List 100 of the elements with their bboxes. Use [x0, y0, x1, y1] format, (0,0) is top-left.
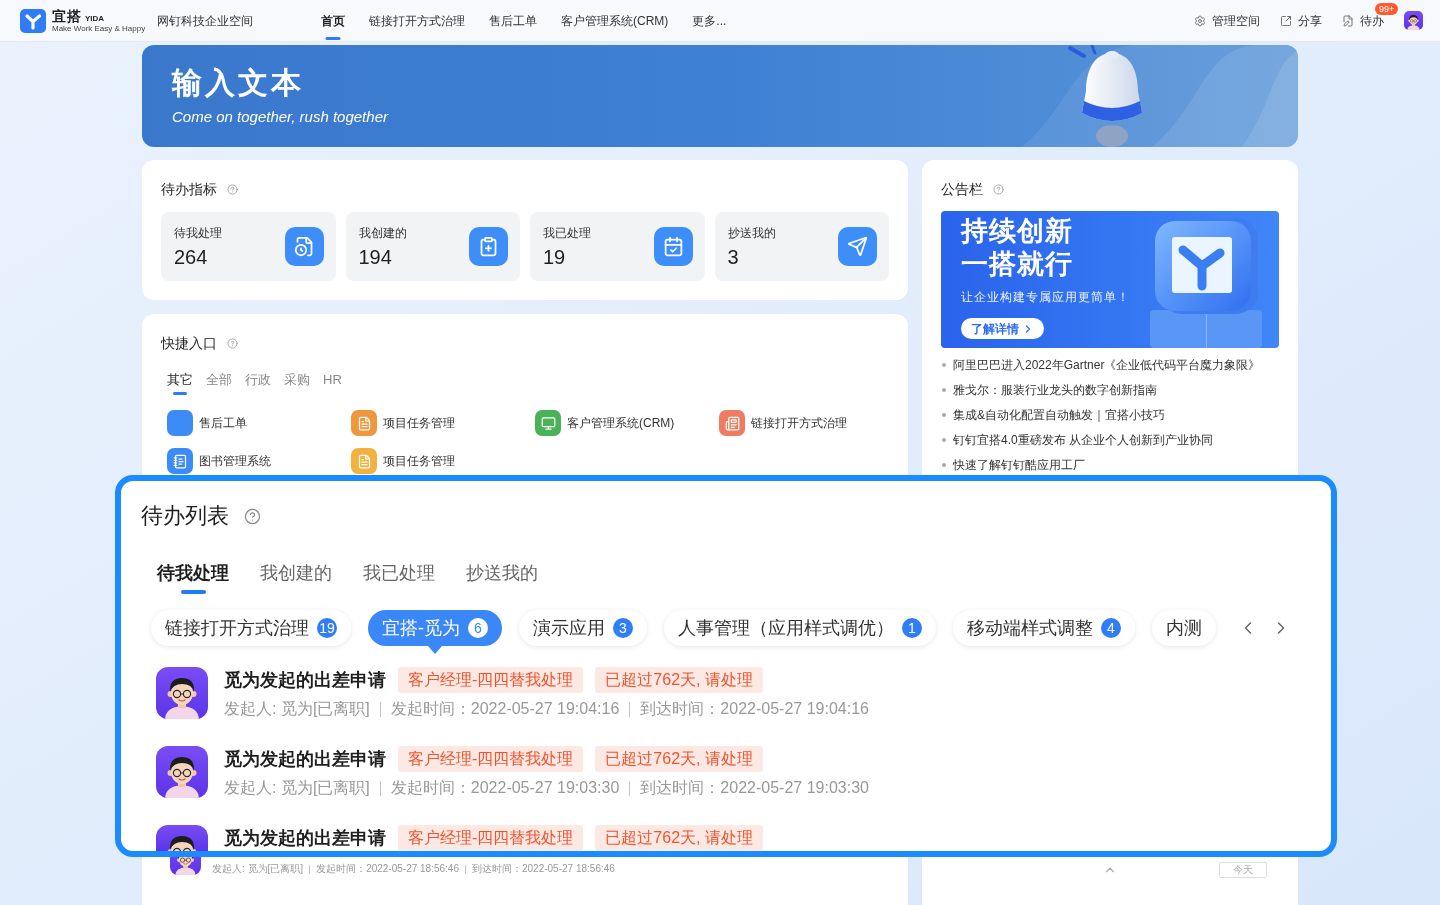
meta-text: 到达时间：2022-05-27 19:03:30: [640, 778, 869, 798]
category-tab[interactable]: 其它: [167, 371, 193, 395]
logo-icon[interactable]: [20, 8, 46, 33]
panel-title: 待办列表: [141, 502, 229, 530]
count-badge: 1: [902, 618, 922, 638]
category-chip[interactable]: 演示应用 3: [519, 610, 647, 646]
count-badge: 19: [317, 618, 337, 638]
list-tab[interactable]: 我创建的: [260, 560, 332, 594]
share-button[interactable]: 分享: [1280, 11, 1322, 30]
request-title[interactable]: 觅为发起的出差申请: [224, 668, 386, 692]
metric-label: 我已处理: [543, 224, 591, 241]
request-title[interactable]: 觅为发起的出差申请: [224, 747, 386, 771]
category-chip[interactable]: 宜搭-觅为 6: [368, 610, 502, 646]
status-tag: 客户经理-四四替我处理: [398, 825, 584, 851]
promo-text: 让企业构建专属应用更简单！: [961, 289, 1130, 305]
app-shortcut[interactable]: 售后工单: [167, 410, 247, 436]
metric-tile[interactable]: 抄送我的 3: [714, 212, 889, 281]
list-tab[interactable]: 抄送我的: [466, 560, 538, 594]
calendar-check-icon: [653, 227, 693, 266]
promo-banner[interactable]: 持续创新 一搭就行 让企业构建专属应用更简单！ 了解详情: [941, 211, 1279, 348]
meta-text: 发起人: 觅为[已离职]: [224, 699, 370, 719]
document-clock-icon: [284, 227, 324, 266]
app-shortcut[interactable]: 链接打开方式治理: [719, 410, 847, 436]
metric-label: 抄送我的: [727, 224, 776, 241]
meta-text: 到达时间：2022-05-27 18:56:46: [472, 863, 615, 875]
nav-tab[interactable]: 首页: [321, 0, 345, 41]
metric-value: 194: [358, 244, 393, 269]
category-tab[interactable]: HR: [323, 371, 342, 395]
meta-text: 发起时间：2022-05-27 19:04:16: [390, 699, 620, 719]
app-shortcut[interactable]: 图书管理系统: [167, 448, 271, 474]
metric-tile[interactable]: 我已处理 19: [530, 212, 705, 281]
list-tab[interactable]: 待我处理: [157, 560, 229, 594]
bullet-icon: [942, 463, 946, 467]
admin-space-button[interactable]: 管理空间: [1194, 11, 1260, 30]
category-chip[interactable]: 人事管理（应用样式调优） 1: [664, 610, 936, 646]
avatar-icon: [156, 825, 208, 851]
user-avatar[interactable]: [1404, 11, 1423, 30]
status-tag: 已超过762天, 请处理: [595, 825, 763, 851]
banner-subtitle: Come on together, rush together: [172, 107, 388, 127]
card-title: 快捷入口: [161, 334, 217, 353]
category-tab[interactable]: 全部: [206, 371, 232, 395]
pointer-icon: [428, 646, 442, 654]
promo-headline: 一搭就行: [961, 248, 1074, 281]
category-tab[interactable]: 采购: [284, 371, 310, 395]
status-tag: 客户经理-四四替我处理: [398, 746, 584, 772]
help-icon[interactable]: [227, 183, 238, 195]
help-icon[interactable]: [244, 507, 261, 525]
category-tab[interactable]: 行政: [245, 371, 271, 395]
learn-more-button[interactable]: 了解详情: [961, 318, 1044, 339]
meta-text: 发起人: 觅为[已离职]: [224, 778, 370, 798]
count-badge: 6: [468, 618, 488, 638]
metric-value: 3: [727, 244, 740, 269]
news-link[interactable]: 集成&自动化配置自动触发｜宜搭小技巧: [953, 408, 1165, 422]
share-icon: [1280, 14, 1292, 27]
help-icon[interactable]: [227, 337, 238, 349]
clipboard-plus-icon: [469, 227, 508, 266]
metric-value: 19: [543, 244, 567, 269]
avatar-icon: [156, 746, 208, 798]
metric-value: 264: [174, 244, 209, 269]
app-shortcut[interactable]: 客户管理系统(CRM): [535, 410, 675, 436]
settings-icon: [1194, 14, 1206, 27]
bullet-icon: [942, 413, 946, 417]
banner-title: 输入文本: [172, 65, 305, 101]
help-icon[interactable]: [993, 183, 1004, 195]
news-link[interactable]: 快速了解钉钉酷应用工厂: [953, 458, 1085, 472]
nav-tab[interactable]: 更多...: [692, 0, 727, 41]
metric-tile[interactable]: 待我处理 264: [161, 212, 336, 281]
avatar-icon: [170, 857, 201, 875]
request-title[interactable]: 觅为发起的出差申请: [224, 826, 386, 850]
news-link[interactable]: 雅戈尔：服装行业龙头的数字创新指南: [953, 383, 1157, 397]
list-tab[interactable]: 我已处理: [363, 560, 435, 594]
brand-latin-name: YIDA: [85, 14, 105, 24]
brand-tagline: Make Work Easy & Happy: [52, 24, 146, 33]
meta-text: 发起时间：2022-05-27 18:56:46: [316, 863, 459, 875]
status-tag: 已超过762天, 请处理: [595, 746, 763, 772]
card-title: 公告栏: [941, 180, 983, 199]
category-chip[interactable]: 内测: [1152, 610, 1216, 646]
count-badge: 99+: [1375, 2, 1399, 15]
brand-name: 宜搭: [52, 8, 82, 24]
bullet-icon: [942, 438, 946, 442]
meta-text: 发起时间：2022-05-27 19:03:30: [390, 778, 620, 798]
meta-text: 到达时间：2022-05-27 19:04:16: [640, 699, 869, 719]
category-chip[interactable]: 移动端样式调整 4: [953, 610, 1135, 646]
app-shortcut[interactable]: 项目任务管理: [351, 448, 455, 474]
news-link[interactable]: 阿里巴巴进入2022年Gartner《企业低代码平台魔力象限》: [953, 358, 1261, 372]
card-title: 待办指标: [161, 180, 217, 199]
status-tag: 已超过762天, 请处理: [595, 667, 763, 693]
bullet-icon: [942, 363, 946, 367]
workspace-name[interactable]: 网钉科技企业空间: [157, 11, 254, 30]
metric-tile[interactable]: 我创建的 194: [345, 212, 520, 281]
avatar-icon: [156, 667, 208, 719]
news-link[interactable]: 钉钉宜搭4.0重磅发布 从企业个人创新到产业协同: [953, 433, 1213, 447]
paper-plane-icon: [838, 227, 877, 266]
app-shortcut[interactable]: 项目任务管理: [351, 410, 455, 436]
bullet-icon: [942, 388, 946, 392]
category-chip[interactable]: 链接打开方式治理 19: [151, 610, 351, 646]
metric-label: 我创建的: [358, 224, 407, 241]
nav-tab[interactable]: 售后工单: [489, 0, 537, 41]
nav-tab[interactable]: 链接打开方式治理: [369, 0, 465, 41]
nav-tab[interactable]: 客户管理系统(CRM): [561, 0, 669, 41]
